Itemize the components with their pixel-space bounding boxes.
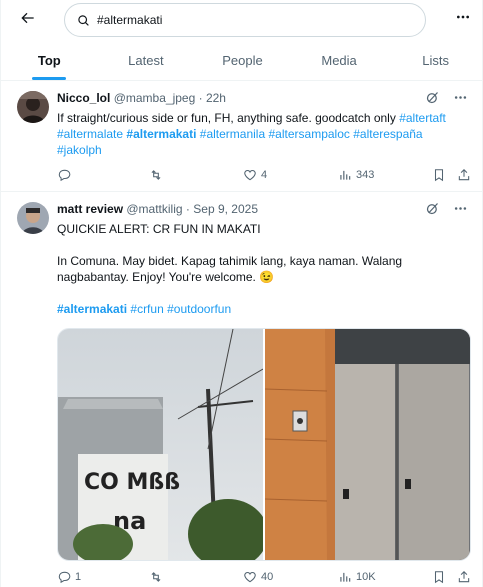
hashtag-link[interactable]: #altermalate (57, 127, 123, 141)
hashtag-link[interactable]: #outdoorfun (167, 302, 231, 316)
reply-button[interactable]: 1 (57, 570, 81, 584)
hashtag-link[interactable]: #alterespaña (353, 127, 422, 141)
search-tabs: Top Latest People Media Lists (1, 40, 482, 81)
tab-lists[interactable]: Lists (387, 40, 482, 80)
like-count: 4 (261, 169, 268, 181)
share-button[interactable] (457, 570, 471, 584)
hashtag-link[interactable]: #altertaft (399, 111, 446, 125)
hashtag-link[interactable]: #jakolph (57, 143, 102, 157)
share-button[interactable] (457, 168, 471, 182)
more-options-button[interactable] (449, 4, 477, 34)
bookmark-button[interactable] (432, 168, 446, 182)
arrow-left-icon (19, 10, 35, 31)
tab-label: Media (321, 52, 357, 68)
separator-dot: · (198, 91, 203, 105)
tweet-header-icons (424, 200, 468, 216)
tweet-header: matt review @mattkilig · Sep 9, 2025 (57, 202, 258, 216)
reply-count: 1 (75, 571, 82, 583)
more-horizontal-icon[interactable] (452, 200, 468, 216)
author-handle[interactable]: @mattkilig (126, 202, 182, 216)
search-input[interactable] (97, 13, 397, 27)
avatar[interactable] (17, 91, 49, 123)
views-button[interactable]: 343 (338, 168, 374, 182)
tweet-text: QUICKIE ALERT: CR FUN IN MAKATI In Comun… (57, 221, 467, 317)
analytics-icon (340, 170, 351, 180)
like-count: 40 (261, 571, 274, 583)
tweet[interactable]: Nicco_lol @mamba_jpeg · 22h If straight/… (1, 82, 482, 192)
tab-latest[interactable]: Latest (98, 40, 195, 80)
tab-label: Lists (422, 52, 450, 68)
bookmark-icon (434, 169, 444, 182)
media-photo-restroom[interactable] (264, 329, 470, 560)
author-name[interactable]: matt review (57, 202, 123, 216)
tweet-line: nagbabantay. Enjoy! You're welcome. 😉 (57, 270, 275, 284)
grok-icon[interactable] (424, 200, 440, 216)
reply-icon (58, 571, 71, 584)
heart-icon (244, 170, 256, 181)
view-count: 10K (356, 571, 376, 583)
tweet-header: Nicco_lol @mamba_jpeg · 22h (57, 91, 226, 105)
view-count: 343 (356, 169, 375, 181)
hashtag-link[interactable]: #crfun (130, 302, 163, 316)
tab-people[interactable]: People (194, 40, 291, 80)
more-horizontal-icon[interactable] (452, 89, 468, 105)
bookmark-icon (434, 571, 444, 584)
reply-icon (58, 169, 71, 182)
like-button[interactable]: 40 (243, 570, 273, 584)
analytics-icon (340, 572, 351, 582)
tweet-line: QUICKIE ALERT: CR FUN IN MAKATI (57, 222, 261, 236)
hashtag-link[interactable]: #altermakati (57, 302, 127, 316)
separator-dot: · (185, 202, 190, 216)
tweet-time[interactable]: Sep 9, 2025 (193, 202, 258, 216)
active-tab-indicator (32, 77, 67, 80)
hashtag-link[interactable]: #altersampaloc (269, 127, 350, 141)
hashtag-link[interactable]: #altermanila (200, 127, 265, 141)
tweet-time[interactable]: 22h (206, 91, 226, 105)
more-horizontal-icon (455, 9, 471, 30)
tweet-actions: 1 40 10K (57, 570, 473, 587)
tweet-header-icons (424, 89, 468, 105)
tweet[interactable]: matt review @mattkilig · Sep 9, 2025 QUI… (1, 193, 482, 587)
tweet-actions: 4 343 (57, 168, 473, 186)
tweet-text-content: If straight/curious side or fun, FH, any… (57, 111, 400, 125)
tab-top[interactable]: Top (1, 40, 98, 80)
tab-label: Latest (128, 52, 164, 68)
hashtag-link[interactable]: #altermakati (126, 127, 196, 141)
retweet-button[interactable] (149, 570, 167, 584)
share-icon (458, 169, 470, 181)
avatar[interactable] (17, 202, 49, 234)
bookmark-button[interactable] (432, 570, 446, 584)
back-button[interactable] (11, 4, 43, 36)
media-photo-building[interactable]: CO Mßß na (58, 329, 268, 560)
tab-label: Top (37, 52, 61, 68)
retweet-icon (151, 572, 161, 582)
tweet-media[interactable]: CO Mßß na (57, 328, 471, 561)
top-bar (1, 0, 482, 40)
search-box[interactable] (64, 3, 426, 37)
search-results-page: Top Latest People Media Lists Nicco_lol (0, 0, 483, 587)
like-button[interactable]: 4 (243, 168, 267, 182)
author-name[interactable]: Nicco_lol (57, 91, 110, 105)
search-icon (77, 13, 91, 27)
grok-icon[interactable] (424, 89, 440, 105)
share-icon (458, 571, 470, 583)
tweet-text: If straight/curious side or fun, FH, any… (57, 110, 467, 158)
author-handle[interactable]: @mamba_jpeg (114, 91, 196, 105)
retweet-button[interactable] (149, 168, 167, 182)
views-button[interactable]: 10K (338, 570, 376, 584)
retweet-icon (151, 170, 161, 180)
heart-icon (244, 572, 256, 583)
tweet-line: In Comuna. May bidet. Kapag tahimik lang… (57, 254, 403, 268)
sign-text-line1: CO Mßß (84, 470, 180, 495)
reply-button[interactable] (57, 168, 75, 182)
tab-label: People (222, 52, 263, 68)
tab-media[interactable]: Media (291, 40, 388, 80)
